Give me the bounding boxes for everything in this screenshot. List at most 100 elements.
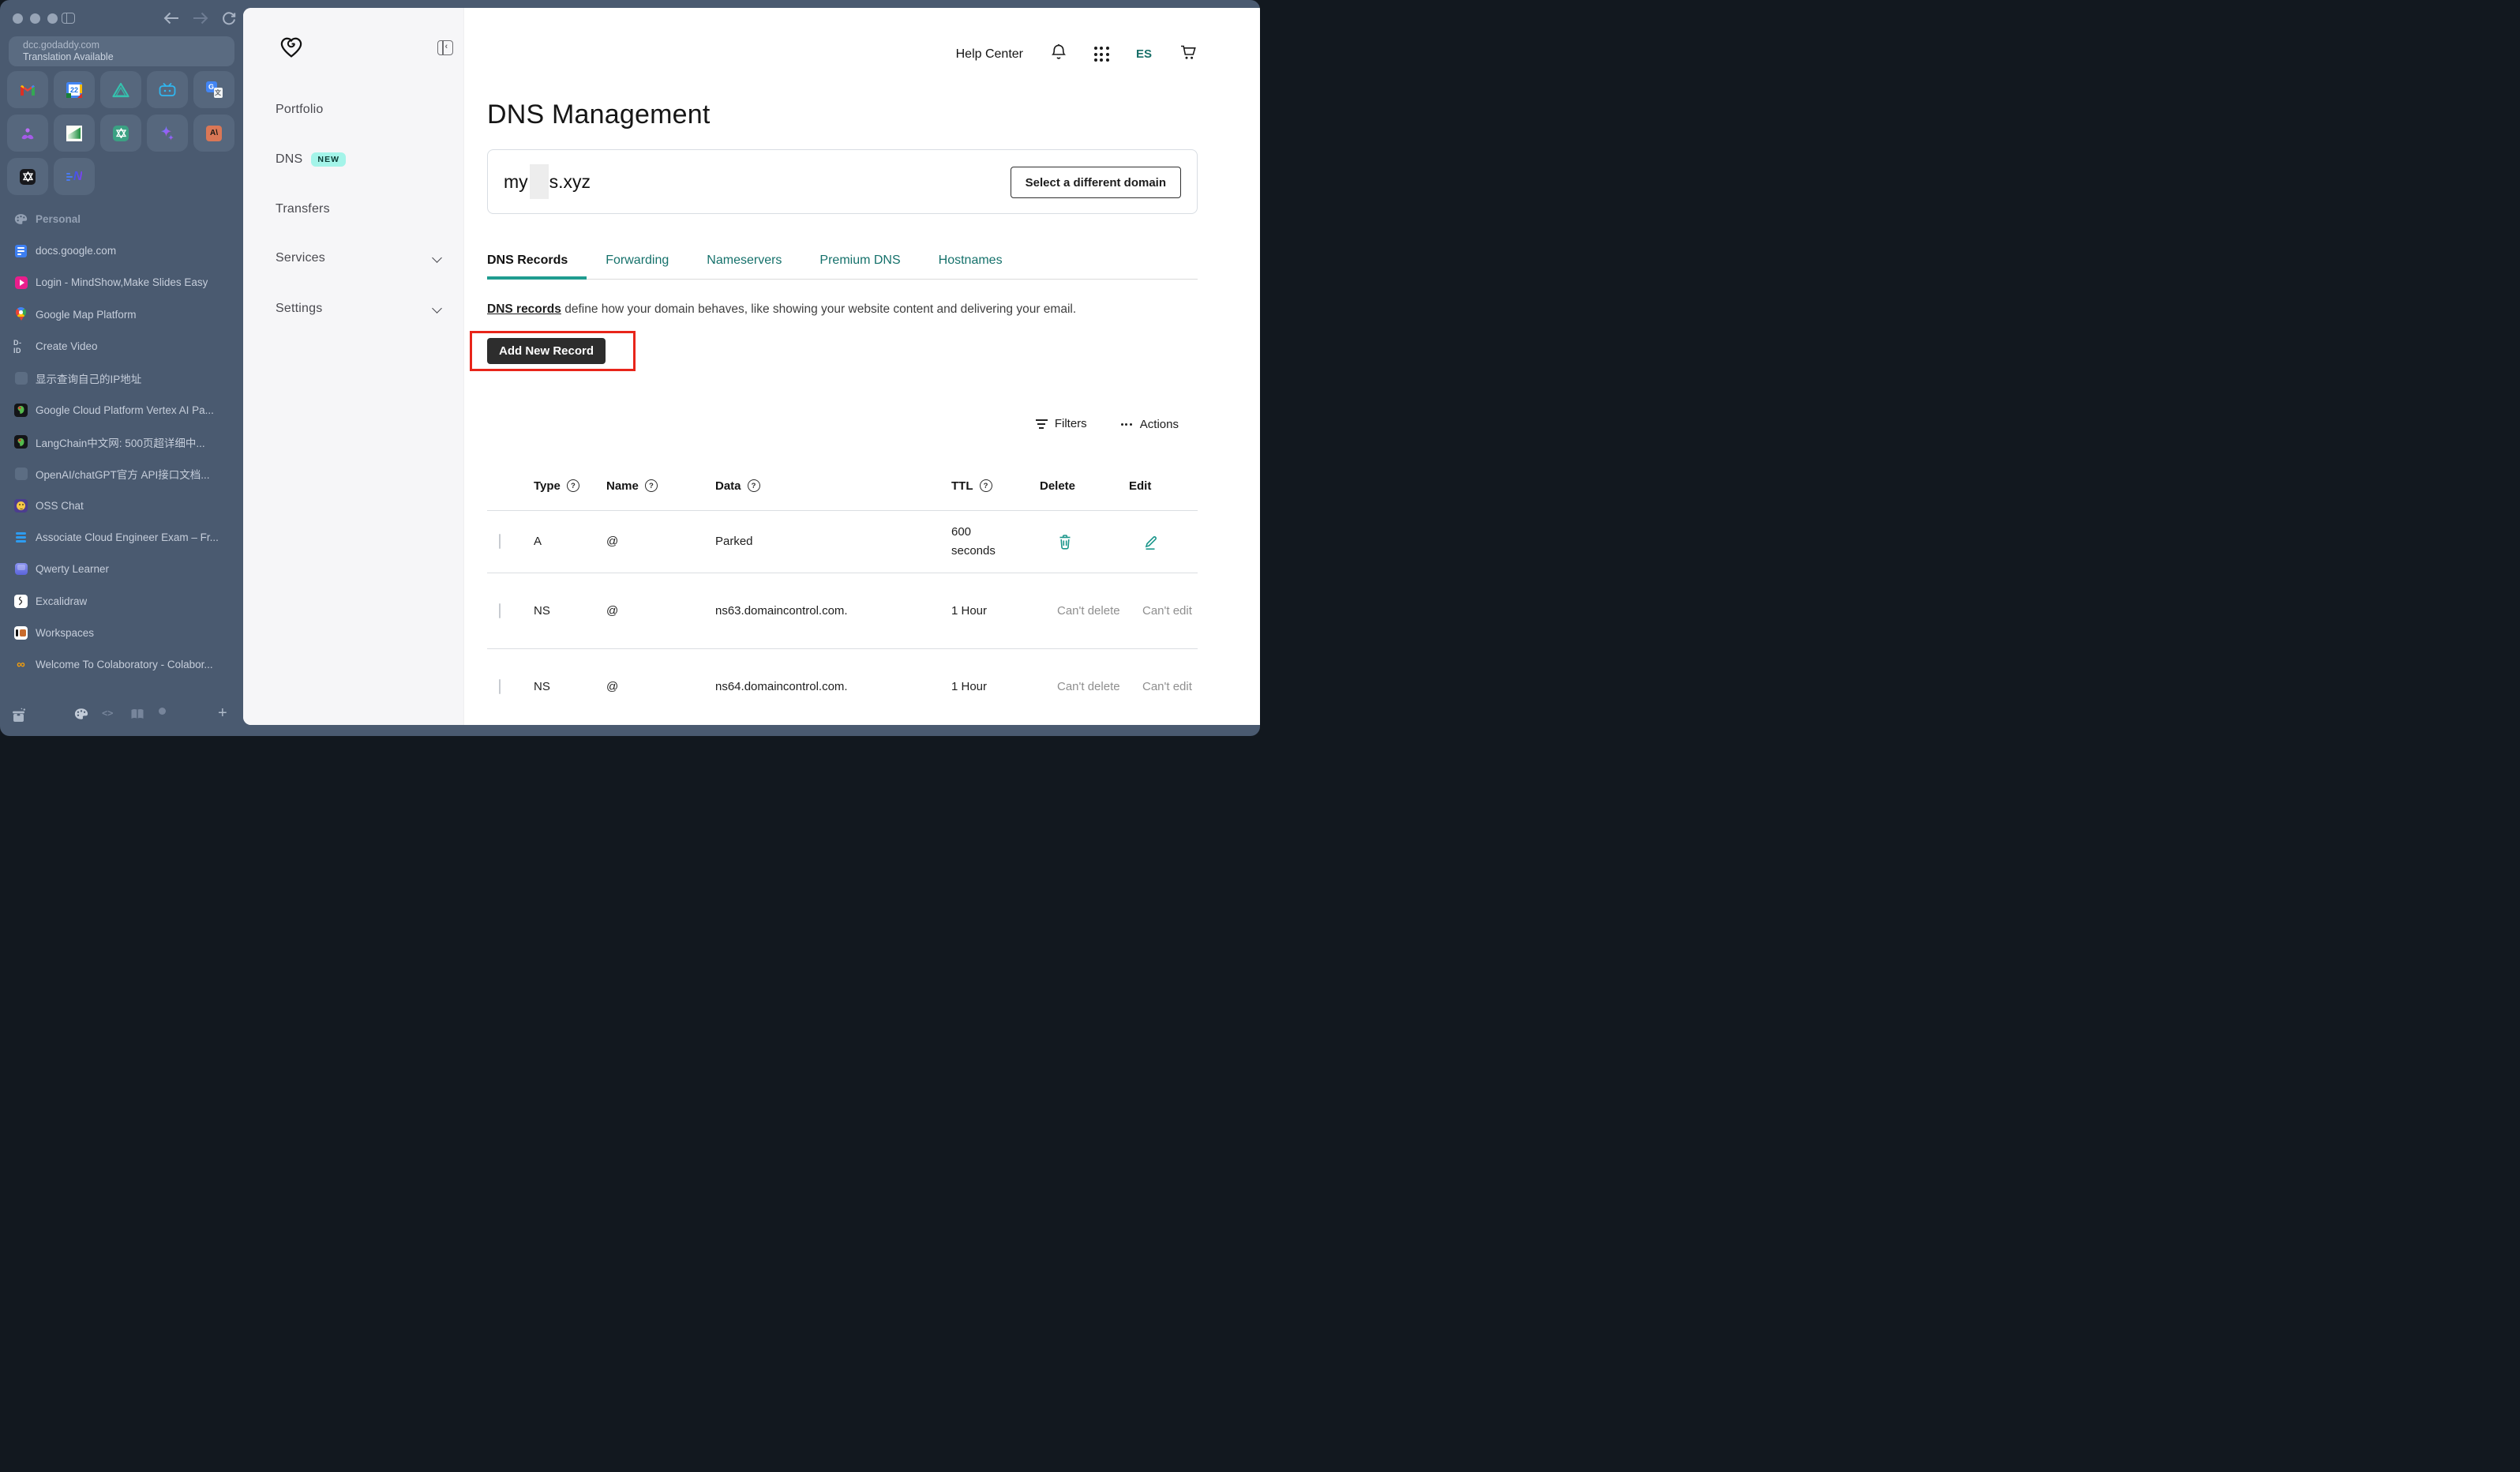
url-bar[interactable]: dcc.godaddy.com Translation Available — [9, 36, 234, 66]
google-docs-icon — [15, 244, 27, 257]
help-icon[interactable]: ? — [566, 479, 579, 492]
generic-favicon — [14, 467, 28, 480]
app-tile-bilibili[interactable] — [147, 71, 188, 108]
dns-records-table: Type? Name? Data? TTL? Delete Edit A @ Parked 600… — [487, 461, 1198, 725]
edit-record-button[interactable] — [1142, 533, 1158, 550]
record-ttl: 1 Hour — [951, 603, 988, 618]
window-close-button[interactable] — [13, 13, 23, 24]
app-tile-nspeed[interactable]: N — [54, 158, 95, 195]
tab-forwarding[interactable]: Forwarding — [606, 247, 669, 279]
space-title[interactable]: Personal — [0, 203, 243, 235]
app-grid-icon[interactable] — [1093, 47, 1109, 62]
bookmark-item[interactable]: Google Cloud Platform Vertex AI Pa... — [0, 394, 243, 426]
app-tile-anthropic[interactable]: A\ — [193, 115, 234, 152]
app-tile-gtranslate[interactable]: G文 — [193, 71, 234, 108]
table-row: A @ Parked 600 seconds — [487, 511, 1198, 573]
help-icon[interactable]: ? — [644, 479, 658, 492]
row-checkbox[interactable] — [499, 534, 501, 549]
add-new-record-button[interactable]: Add New Record — [487, 338, 606, 364]
sidebar-toggle-icon[interactable] — [62, 13, 75, 24]
palette-icon[interactable] — [74, 708, 88, 720]
library-icon[interactable] — [11, 708, 27, 723]
row-checkbox[interactable] — [499, 603, 501, 618]
godaddy-logo-icon[interactable] — [279, 36, 303, 62]
triangle-logo-icon — [112, 82, 129, 97]
sidebar-item-transfers[interactable]: Transfers — [276, 200, 442, 219]
dns-records-link[interactable]: DNS records — [487, 302, 561, 316]
workspaces-icon — [14, 626, 28, 640]
new-tab-plus-icon[interactable]: + — [218, 704, 227, 723]
filter-icon — [1035, 417, 1048, 430]
bookmark-item[interactable]: D-ID Create Video — [0, 330, 243, 362]
sidebar-item-services[interactable]: Services — [276, 249, 442, 268]
bookmark-list: Personal docs.google.com Login - MindShow,… — [0, 203, 243, 681]
bookmark-item[interactable]: Qwerty Learner — [0, 554, 243, 585]
sidebar-collapse-icon[interactable]: ‹ — [437, 40, 453, 55]
tab-premium-dns[interactable]: Premium DNS — [819, 247, 900, 279]
bookmark-item[interactable]: Workspaces — [0, 617, 243, 648]
help-icon[interactable]: ? — [747, 479, 760, 492]
select-different-domain-button[interactable]: Select a different domain — [1010, 167, 1181, 198]
cant-delete-label: Can't delete — [1057, 603, 1120, 618]
cant-edit-label: Can't edit — [1142, 680, 1192, 693]
actions-button[interactable]: Actions — [1120, 418, 1179, 431]
app-tile-gmail[interactable] — [7, 71, 48, 108]
cant-delete-label: Can't delete — [1057, 680, 1120, 693]
cart-icon[interactable] — [1179, 43, 1198, 66]
delete-record-button[interactable] — [1057, 533, 1073, 550]
table-row: NS @ ns64.domaincontrol.com. 1 Hour Can't de… — [487, 649, 1198, 725]
reload-icon[interactable] — [221, 11, 237, 31]
record-type: A — [534, 535, 542, 548]
record-ttl: 600 seconds — [951, 525, 996, 558]
app-tile-openai[interactable] — [7, 158, 48, 195]
tab-dns-records[interactable]: DNS Records — [487, 247, 587, 280]
sidebar-item-settings[interactable]: Settings — [276, 299, 442, 318]
generic-favicon — [14, 371, 28, 385]
sidebar-item-dns[interactable]: DNS NEW — [276, 150, 442, 169]
help-center-link[interactable]: Help Center — [956, 47, 1023, 62]
record-type: NS — [534, 603, 550, 618]
app-tile-chatgpt[interactable] — [100, 115, 141, 152]
bookmark-item[interactable]: OSS Chat — [0, 490, 243, 521]
sidebar-item-portfolio[interactable]: Portfolio — [276, 100, 442, 119]
code-icon[interactable]: <> — [102, 708, 113, 719]
bookmark-item[interactable]: Associate Cloud Engineer Exam – Fr... — [0, 521, 243, 553]
bookmark-item[interactable]: OpenAI/chatGPT官方 API接口文档... — [0, 458, 243, 490]
filters-button[interactable]: Filters — [1035, 417, 1087, 430]
tab-nameservers[interactable]: Nameservers — [707, 247, 782, 279]
bookmark-item[interactable]: LangChain中文网: 500页超详细中... — [0, 426, 243, 457]
window-minimize-button[interactable] — [30, 13, 40, 24]
book-icon[interactable] — [129, 708, 145, 720]
tab-hostnames[interactable]: Hostnames — [939, 247, 1003, 279]
app-tile-triangle[interactable] — [100, 71, 141, 108]
bookmark-item[interactable]: docs.google.com — [0, 235, 243, 266]
app-tile-gcal[interactable]: 22 — [54, 71, 95, 108]
record-name: @ — [606, 680, 619, 693]
colab-icon: ∞ — [17, 658, 25, 672]
media-dot-icon[interactable] — [159, 708, 166, 715]
record-data: Parked — [715, 535, 753, 548]
language-selector[interactable]: ES — [1136, 47, 1152, 61]
tab-bar: DNS Records Forwarding Nameservers Premium … — [487, 247, 1198, 280]
bookmark-item[interactable]: ∞ Welcome To Colaboratory - Colabor... — [0, 649, 243, 681]
mindshow-play-icon — [14, 276, 28, 289]
annotation-highlight-box: Add New Record — [470, 331, 636, 371]
forward-icon[interactable] — [192, 11, 209, 29]
app-tile-gemini[interactable] — [147, 115, 188, 152]
bookmark-item[interactable]: Google Map Platform — [0, 299, 243, 330]
bell-icon[interactable] — [1050, 43, 1067, 66]
row-checkbox[interactable] — [499, 679, 501, 694]
chevron-down-icon — [432, 303, 442, 314]
back-icon[interactable] — [163, 11, 180, 29]
browser-window: dcc.godaddy.com Translation Available 22… — [0, 0, 1260, 736]
bookmark-item[interactable]: 显示查询自己的IP地址 — [0, 362, 243, 394]
anthropic-icon: A\ — [206, 125, 222, 141]
record-data: ns63.domaincontrol.com. — [715, 603, 848, 618]
app-tile-mindshow[interactable] — [7, 115, 48, 152]
help-icon[interactable]: ? — [979, 479, 992, 492]
openai-icon — [20, 168, 36, 185]
bookmark-item[interactable]: Excalidraw — [0, 585, 243, 617]
app-tile-greenchart[interactable] — [54, 115, 95, 152]
bookmark-item[interactable]: Login - MindShow,Make Slides Easy — [0, 267, 243, 299]
window-zoom-button[interactable] — [47, 13, 58, 24]
